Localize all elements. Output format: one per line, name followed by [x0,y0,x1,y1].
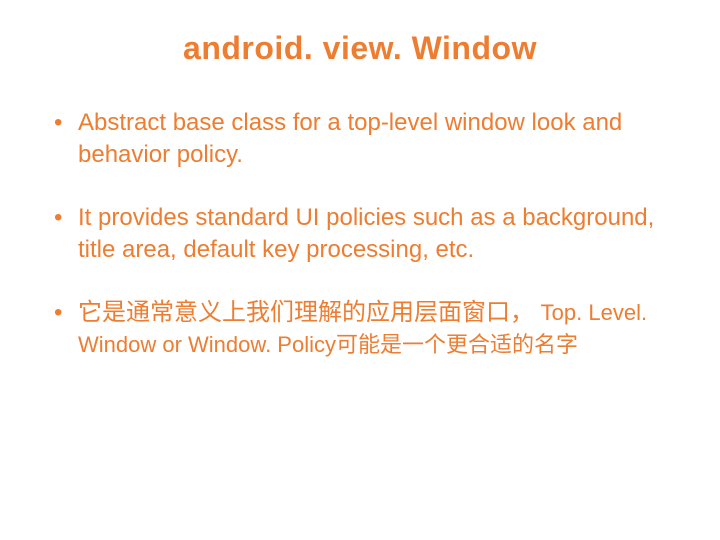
bullet-item: It provides standard UI policies such as… [50,202,670,267]
bullet-text: It provides standard UI policies such as… [78,204,654,263]
bullet-item: Abstract base class for a top-level wind… [50,107,670,172]
bullet-item: 它是通常意义上我们理解的应用层面窗口， Top. Level. Window o… [50,297,670,362]
bullet-list: Abstract base class for a top-level wind… [50,107,670,361]
slide-title: android. view. Window [50,30,670,67]
bullet-text: 它是通常意义上我们理解的应用层面窗口， [78,299,534,326]
bullet-text: Abstract base class for a top-level wind… [78,109,622,168]
